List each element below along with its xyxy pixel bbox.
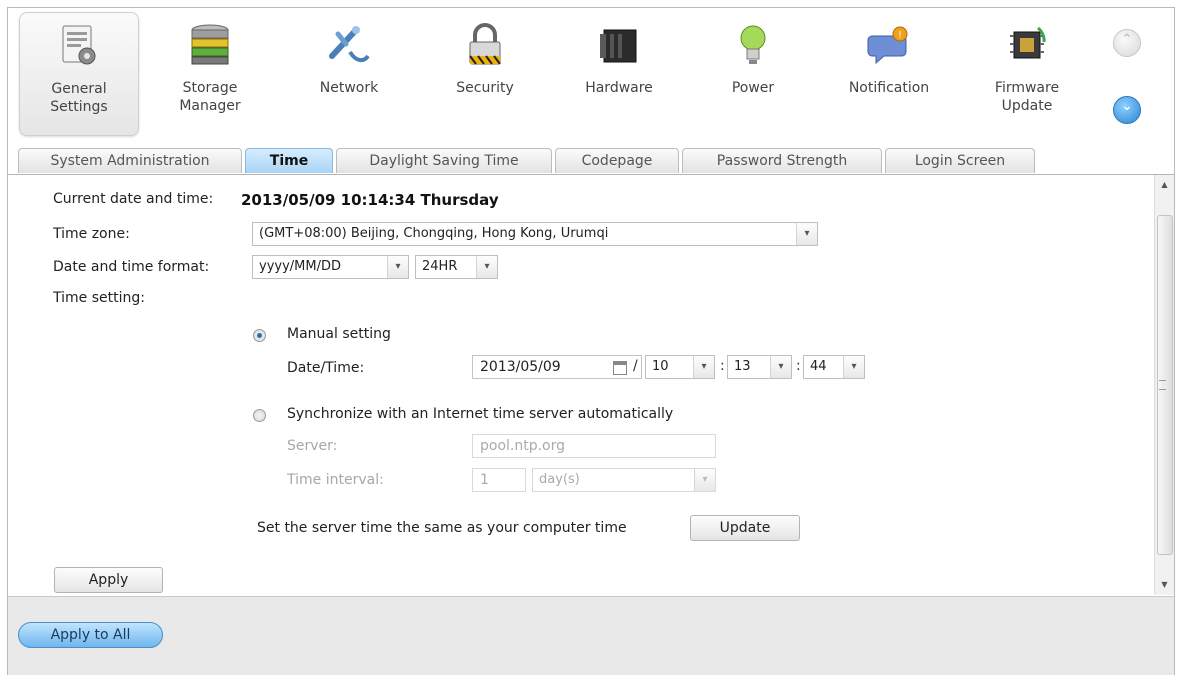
- timezone-select[interactable]: (GMT+08:00) Beijing, Chongqing, Hong Kon…: [252, 222, 818, 246]
- firmware-update-icon: [1010, 26, 1046, 59]
- network-icon: [329, 26, 370, 63]
- format-label: Date and time format:: [53, 259, 210, 275]
- nav-security[interactable]: Security: [426, 12, 544, 134]
- nav-label: Storage Manager: [179, 80, 241, 114]
- nav-general-settings[interactable]: General Settings: [19, 12, 139, 136]
- nav-label: Firmware Update: [994, 80, 1060, 114]
- chevron-down-icon: ▾: [843, 356, 864, 378]
- chevron-down-icon: ▾: [694, 469, 715, 491]
- chevron-up-icon: ⌃: [1121, 32, 1133, 47]
- current-datetime-value: 2013/05/09 10:14:34 Thursday: [241, 191, 499, 209]
- tab-password-strength[interactable]: Password Strength: [682, 148, 882, 173]
- scroll-up-arrow-icon[interactable]: ▲: [1155, 177, 1174, 193]
- time-separator: :: [720, 358, 725, 374]
- minute-value: 13: [734, 359, 751, 374]
- chevron-down-icon: ⌄: [1121, 99, 1133, 114]
- sync-server-label: Synchronize with an Internet time server…: [287, 406, 674, 422]
- nav-firmware-update[interactable]: Firmware Update: [968, 12, 1086, 134]
- nav-storage-manager[interactable]: Storage Manager: [151, 12, 269, 134]
- storage-manager-icon: [191, 24, 229, 65]
- chevron-down-icon: ▾: [476, 256, 497, 278]
- second-select[interactable]: 44 ▾: [803, 355, 865, 379]
- tab-login-screen[interactable]: Login Screen: [885, 148, 1035, 173]
- svg-text:!: !: [898, 30, 902, 41]
- nav-network[interactable]: Network: [290, 12, 408, 134]
- nav-label: General Settings: [50, 81, 108, 115]
- server-label: Server:: [287, 438, 338, 454]
- top-icon-bar: General Settings Storage Manager Network: [8, 8, 1174, 148]
- interval-unit-select[interactable]: day(s) ▾: [532, 468, 716, 492]
- tab-time[interactable]: Time: [245, 148, 333, 173]
- time-setting-label: Time setting:: [53, 290, 145, 306]
- footer-bar: Apply to All: [8, 596, 1174, 675]
- calendar-icon[interactable]: [613, 361, 627, 375]
- interval-label: Time interval:: [287, 472, 384, 488]
- nav-label: Security: [456, 80, 514, 96]
- content-scrollbar[interactable]: ▲ ▼: [1154, 175, 1174, 595]
- current-datetime-label: Current date and time:: [53, 191, 214, 207]
- scrollbar-grip-icon: [1159, 380, 1166, 390]
- chevron-down-icon: ▾: [770, 356, 791, 378]
- date-separator: /: [633, 358, 638, 374]
- nav-label: Notification: [848, 80, 930, 96]
- sync-server-radio[interactable]: [253, 409, 266, 422]
- date-format-select[interactable]: yyyy/MM/DD ▾: [252, 255, 409, 279]
- tab-daylight-saving-time[interactable]: Daylight Saving Time: [336, 148, 552, 173]
- nav-power[interactable]: Power: [694, 12, 812, 134]
- manual-setting-radio[interactable]: [253, 329, 266, 342]
- minute-select[interactable]: 13 ▾: [727, 355, 792, 379]
- hour-select[interactable]: 10 ▾: [645, 355, 715, 379]
- second-value: 44: [810, 359, 827, 374]
- nav-notification[interactable]: ! Notification: [830, 12, 948, 134]
- nav-label: Hardware: [585, 80, 653, 96]
- nav-scroll-up-button[interactable]: ⌃: [1113, 29, 1141, 57]
- same-time-label: Set the server time the same as your com…: [257, 520, 627, 536]
- manual-setting-label: Manual setting: [287, 326, 391, 342]
- datetime-label: Date/Time:: [287, 360, 365, 376]
- hour-value: 10: [652, 359, 669, 374]
- date-value: 2013/05/09: [480, 359, 561, 375]
- chevron-down-icon: ▾: [796, 223, 817, 245]
- lock-icon: [469, 23, 501, 65]
- hour-format-select[interactable]: 24HR ▾: [415, 255, 498, 279]
- server-value: pool.ntp.org: [480, 438, 566, 454]
- tab-system-administration[interactable]: System Administration: [18, 148, 242, 173]
- power-bulb-icon: [740, 25, 766, 64]
- settings-window: General Settings Storage Manager Network: [7, 7, 1175, 675]
- update-button[interactable]: Update: [690, 515, 800, 541]
- notification-icon: !: [867, 26, 908, 65]
- chevron-down-icon: ▾: [387, 256, 408, 278]
- scroll-down-arrow-icon[interactable]: ▼: [1155, 577, 1174, 593]
- interval-unit-value: day(s): [539, 472, 580, 487]
- nav-scroll-down-button[interactable]: ⌄: [1113, 96, 1141, 124]
- hour-format-value: 24HR: [422, 259, 458, 274]
- nav-hardware[interactable]: Hardware: [560, 12, 678, 134]
- tab-codepage[interactable]: Codepage: [555, 148, 679, 173]
- tab-bar: System Administration Time Daylight Savi…: [8, 146, 1174, 175]
- apply-to-all-button[interactable]: Apply to All: [18, 622, 163, 648]
- timezone-label: Time zone:: [53, 226, 130, 242]
- chevron-down-icon: ▾: [693, 356, 714, 378]
- time-settings-panel: Current date and time: 2013/05/09 10:14:…: [8, 175, 1154, 595]
- apply-button[interactable]: Apply: [54, 567, 163, 593]
- hardware-icon: [600, 29, 637, 63]
- general-settings-icon: [62, 25, 96, 65]
- interval-value: 1: [480, 472, 489, 488]
- interval-input[interactable]: 1: [472, 468, 526, 492]
- time-separator: :: [796, 358, 801, 374]
- date-format-value: yyyy/MM/DD: [259, 259, 341, 274]
- server-input[interactable]: pool.ntp.org: [472, 434, 716, 458]
- nav-label: Network: [319, 80, 379, 96]
- timezone-value: (GMT+08:00) Beijing, Chongqing, Hong Kon…: [259, 226, 609, 241]
- nav-label: Power: [731, 80, 775, 96]
